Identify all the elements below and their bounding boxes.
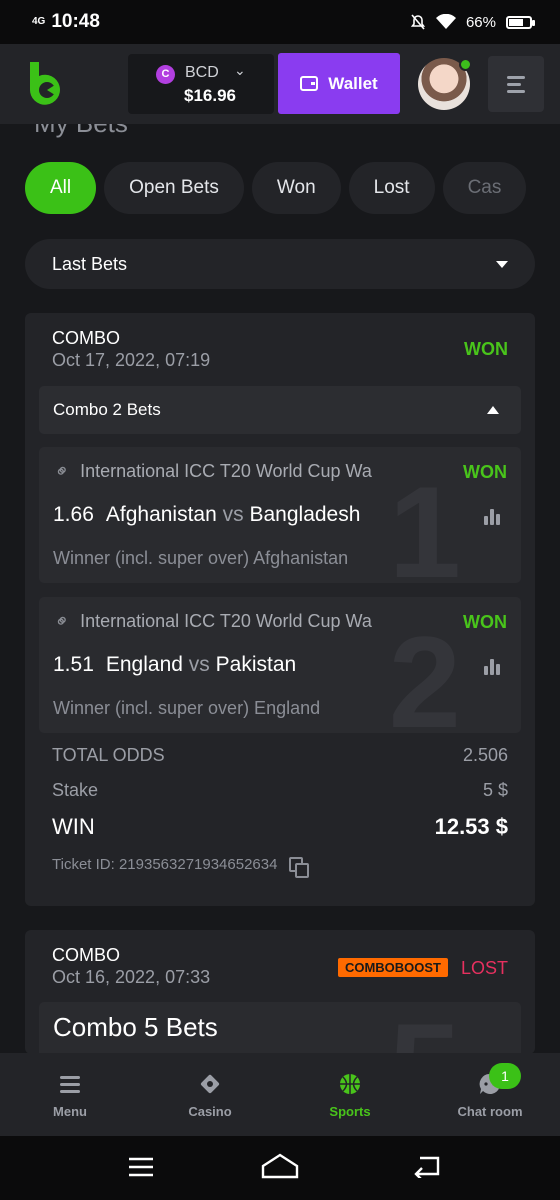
bet-leg[interactable]: 2 ⚭ International ICC T20 World Cup Wa WO… [39,597,521,733]
home-team: England [105,653,183,676]
bet-type: COMBO [52,328,121,348]
recent-apps-icon[interactable] [128,1156,154,1178]
bet-status: WON [464,339,508,359]
mute-icon [410,14,426,30]
bc-logo-icon[interactable] [28,62,64,106]
total-odds-label: TOTAL ODDS [52,745,165,765]
leg-match: 1.66 Afghanistan vs Bangladesh [53,503,361,526]
system-nav-bar [0,1136,560,1200]
bet-card[interactable]: COMBO Oct 17, 2022, 07:19 WON Combo 2 Be… [25,313,535,906]
select-value: Last Bets [52,253,128,274]
leg-index: 5 [389,994,461,1054]
leg-odds: 1.66 [53,503,94,526]
bottom-nav: Menu Casino Sports Chat room 1 [0,1053,560,1136]
ticket-id: Ticket ID: 2193563271934652634 [52,856,310,878]
leg-market: Winner (incl. super over) Afghanistan [53,548,349,568]
basketball-icon [340,1074,360,1094]
stake-label: Stake [52,780,99,800]
wallet-icon [300,76,319,91]
bet-type: COMBO [52,945,121,965]
stats-icon[interactable] [484,659,501,675]
hamburger-icon [59,1073,81,1095]
wallet-button[interactable]: Wallet [278,53,400,114]
leg-league[interactable]: ⚭ International ICC T20 World Cup Wa [55,611,445,632]
balance-amount: $16.96 [184,86,236,105]
stats-icon[interactable] [484,509,501,525]
combo-label: Combo 5 Bets [53,1012,218,1042]
bets-period-select[interactable]: Last Bets [25,239,535,289]
nav-chat-room[interactable]: Chat room 1 [420,1053,560,1136]
bet-date: Oct 16, 2022, 07:33 [52,967,211,987]
home-team: Afghanistan [105,503,217,526]
stake-row: Stake 5 $ [52,780,508,801]
currency-label: BCD [185,64,219,81]
nav-menu[interactable]: Menu [0,1053,140,1136]
tab-lost[interactable]: Lost [348,162,435,214]
leg-odds: 1.51 [53,653,94,676]
win-value: 12.53 $ [434,814,508,839]
combo-label: Combo 2 Bets [53,400,161,419]
bet-date: Oct 17, 2022, 07:19 [52,350,211,370]
bet-leg[interactable]: 1 ⚭ International ICC T20 World Cup Wa WO… [39,447,521,583]
filter-tabs: All Open Bets Won Lost Cas [25,162,560,214]
chat-badge: 1 [489,1063,521,1089]
total-odds-value: 2.506 [462,745,508,765]
win-label: WIN [52,814,95,839]
online-indicator [459,58,472,71]
win-row: WIN 12.53 $ [52,814,508,840]
link-icon: ⚭ [55,611,75,632]
tab-casino[interactable]: Cas [442,162,527,214]
bcd-coin-icon: C [156,65,175,84]
link-icon: ⚭ [55,461,75,482]
leg-status: WON [463,462,507,482]
caret-down-icon [496,260,508,268]
status-bar: 4G 10:48 66% [0,0,560,44]
nav-casino[interactable]: Casino [140,1053,280,1136]
network-indicator: 4G [32,16,46,27]
away-team: Bangladesh [249,503,361,526]
menu-button[interactable] [488,56,544,112]
copy-icon[interactable] [289,857,310,878]
caret-up-icon [487,406,499,414]
home-icon[interactable] [261,1152,299,1180]
leg-market: Winner (incl. super over) England [53,698,321,718]
clock: 10:48 [51,11,100,32]
leg-match: 1.51 England vs Pakistan [53,653,297,676]
avatar[interactable] [418,58,472,110]
leg-index: 2 [388,609,461,733]
tab-all[interactable]: All [25,162,97,214]
battery-icon [506,15,535,29]
combo-toggle[interactable]: Combo 2 Bets [39,386,521,434]
leg-league[interactable]: ⚭ International ICC T20 World Cup Wa [55,461,445,482]
combo-toggle[interactable]: 5 Combo 5 Bets [39,996,521,1054]
leg-status: WON [463,612,507,632]
away-team: Pakistan [215,653,297,676]
battery-percent: 66% [465,13,496,31]
wifi-icon [435,14,456,29]
page-title: My Bets [34,124,128,138]
app-header: C BCD ⌄ $16.96 Wallet [0,44,560,124]
nav-sports[interactable]: Sports [280,1053,420,1136]
bet-status: LOST [460,958,508,978]
back-icon[interactable] [414,1154,440,1178]
balance-selector[interactable]: C BCD ⌄ $16.96 [128,54,274,114]
stake-value: 5 $ [482,780,508,800]
comboboost-badge: COMBOBOOST [337,958,448,977]
chevron-down-icon: ⌄ [234,62,246,78]
tab-won[interactable]: Won [251,162,341,214]
wallet-label: Wallet [328,73,378,93]
total-odds-row: TOTAL ODDS 2.506 [52,745,508,766]
leg-index: 1 [388,459,461,583]
tab-open-bets[interactable]: Open Bets [104,162,244,214]
bet-card[interactable]: COMBO Oct 16, 2022, 07:33 COMBOBOOST LOS… [25,930,535,1054]
casino-icon [200,1074,220,1094]
